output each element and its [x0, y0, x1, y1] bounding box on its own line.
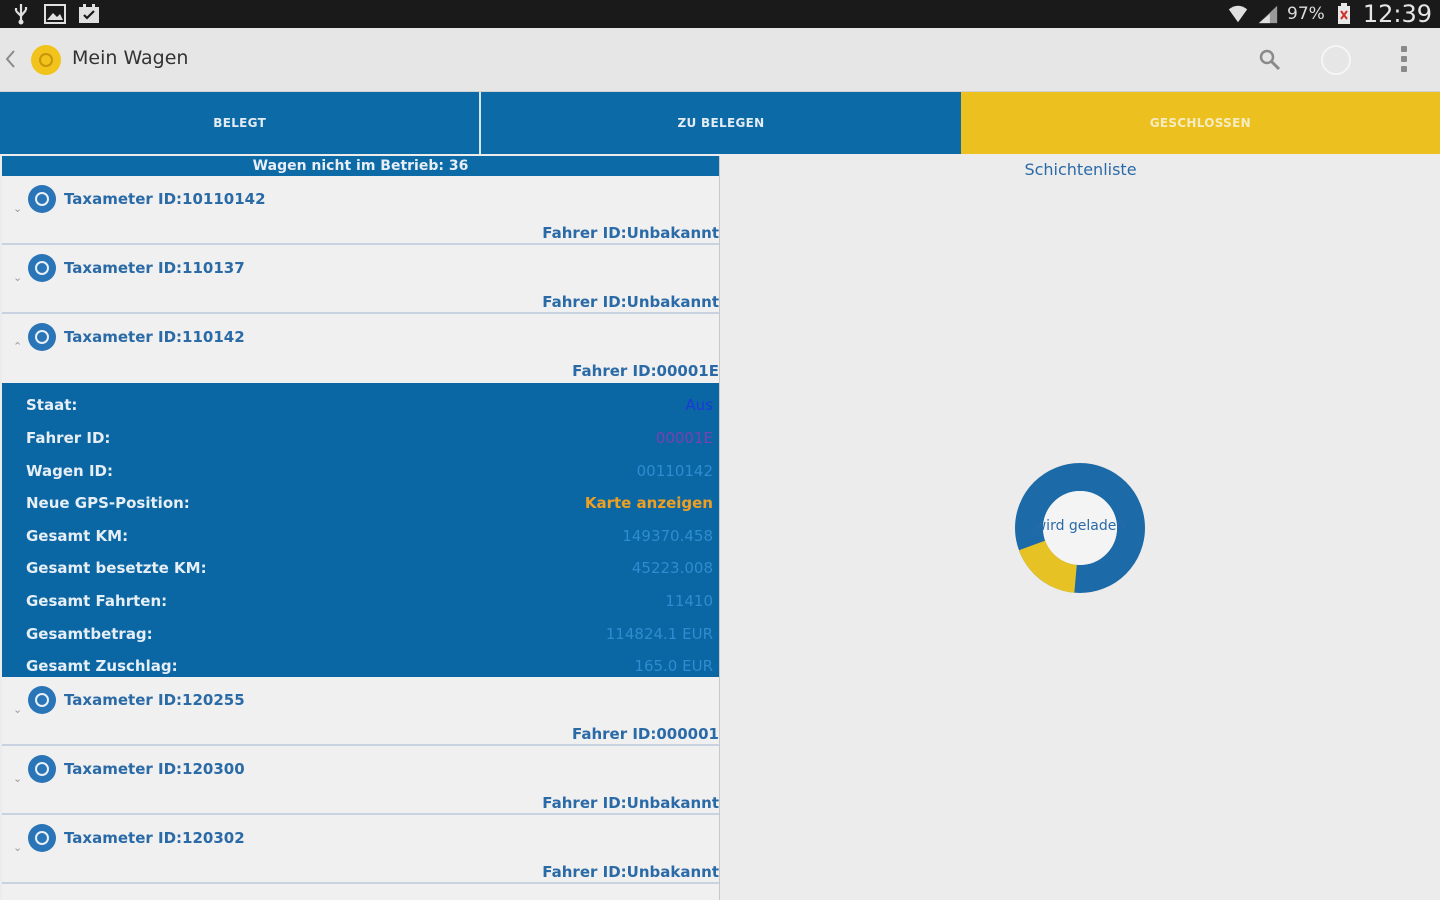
detail-row-wagen-id: Wagen ID: 00110142: [26, 457, 713, 485]
list-item[interactable]: ⌄ Taxameter ID:120302 Fahrer ID:Unbakann…: [2, 815, 719, 884]
overflow-menu-icon[interactable]: [1396, 46, 1412, 76]
driver-id: Fahrer ID:Unbakannt: [542, 224, 719, 242]
taxi-icon: [28, 323, 56, 351]
driver-id: Fahrer ID:00001E: [572, 362, 719, 380]
chevron-down-icon[interactable]: ⌄: [13, 272, 27, 283]
refresh-spinner-icon[interactable]: [1321, 45, 1351, 75]
taxameter-id: Taxameter ID:120255: [64, 691, 245, 709]
detail-label: Gesamtbetrag:: [26, 625, 153, 643]
tab-geschlossen[interactable]: GESCHLOSSEN: [960, 92, 1440, 154]
list-item-expanded[interactable]: ⌃ Taxameter ID:110142 Fahrer ID:00001E: [2, 314, 719, 383]
taxi-icon: [28, 686, 56, 714]
chevron-down-icon[interactable]: ⌄: [13, 704, 27, 715]
taxameter-id: Taxameter ID:110137: [64, 259, 245, 277]
shift-list-panel: Schichtenliste wird geladen: [721, 156, 1440, 900]
tab-belegt[interactable]: BELEGT: [0, 92, 480, 154]
usb-icon: [10, 3, 32, 25]
detail-value: 114824.1 EUR: [605, 625, 713, 643]
detail-value: 00001E: [655, 429, 713, 447]
wifi-icon: [1227, 3, 1249, 25]
detail-label: Gesamt KM:: [26, 527, 129, 545]
detail-row-gesamt-km: Gesamt KM: 149370.458: [26, 522, 713, 550]
detail-label: Gesamt Fahrten:: [26, 592, 168, 610]
chevron-up-icon[interactable]: ⌃: [13, 341, 27, 352]
battery-icon: [1333, 3, 1355, 25]
chevron-down-icon[interactable]: ⌄: [13, 203, 27, 214]
detail-row-gps: Neue GPS-Position: Karte anzeigen: [26, 489, 713, 517]
tab-zu-belegen[interactable]: ZU BELEGEN: [479, 92, 961, 154]
driver-id: Fahrer ID:Unbakannt: [542, 293, 719, 311]
status-system: 97% 12:39: [1227, 0, 1432, 28]
signal-icon: [1257, 3, 1279, 25]
detail-row-besetzte-km: Gesamt besetzte KM: 45223.008: [26, 554, 713, 582]
chevron-down-icon[interactable]: ⌄: [13, 842, 27, 853]
detail-value: 45223.008: [631, 559, 713, 577]
chevron-down-icon[interactable]: ⌄: [13, 773, 27, 784]
taxameter-id: Taxameter ID:110142: [64, 328, 245, 346]
detail-value: 00110142: [636, 462, 713, 480]
back-chevron-icon[interactable]: [4, 48, 18, 72]
status-notifications: [10, 2, 100, 26]
list-item[interactable]: ⌄ Taxameter ID:10110142 Fahrer ID:Unbaka…: [2, 176, 719, 245]
detail-row-fahrer-id: Fahrer ID: 00001E: [26, 424, 713, 452]
clock: 12:39: [1362, 0, 1432, 28]
app-logo-icon[interactable]: [31, 45, 61, 75]
shift-list-title: Schichtenliste: [1024, 160, 1137, 179]
list-item[interactable]: ⌄ Taxameter ID:120255 Fahrer ID:000001: [2, 677, 719, 746]
detail-row-zuschlag: Gesamt Zuschlag: 165.0 EUR: [26, 652, 713, 680]
detail-label: Gesamt besetzte KM:: [26, 559, 207, 577]
taxi-icon: [28, 185, 56, 213]
detail-label: Staat:: [26, 396, 78, 414]
detail-value: Aus: [685, 396, 713, 414]
detail-row-staat: Staat: Aus: [26, 391, 713, 419]
list-item[interactable]: ⌄ Taxameter ID:120300 Fahrer ID:Unbakann…: [2, 746, 719, 815]
taxameter-id: Taxameter ID:120300: [64, 760, 245, 778]
list-item[interactable]: ⌄ Taxameter ID:110137 Fahrer ID:Unbakann…: [2, 245, 719, 314]
detail-row-fahrten: Gesamt Fahrten: 11410: [26, 587, 713, 615]
page-title: Mein Wagen: [72, 47, 189, 69]
search-icon[interactable]: [1258, 48, 1282, 72]
taxameter-id: Taxameter ID:120302: [64, 829, 245, 847]
taxameter-id: Taxameter ID:10110142: [64, 190, 266, 208]
driver-id: Fahrer ID:000001: [571, 725, 719, 743]
calendar-check-icon: [78, 3, 100, 25]
detail-label: Gesamt Zuschlag:: [26, 657, 178, 675]
detail-label: Wagen ID:: [26, 462, 113, 480]
taxi-icon: [28, 755, 56, 783]
vehicle-list[interactable]: Wagen nicht im Betrieb: 36 ⌄ Taxameter I…: [2, 156, 720, 900]
detail-label: Neue GPS-Position:: [26, 494, 190, 512]
detail-value: 11410: [665, 592, 713, 610]
action-bar: Mein Wagen: [0, 28, 1440, 92]
detail-value: 149370.458: [622, 527, 713, 545]
tab-bar: BELEGT ZU BELEGEN GESCHLOSSEN: [0, 92, 1440, 154]
taxi-icon: [28, 254, 56, 282]
driver-id: Fahrer ID:Unbakannt: [542, 794, 719, 812]
driver-id: Fahrer ID:Unbakannt: [542, 863, 719, 881]
loading-text: wird geladen: [1034, 518, 1126, 534]
gallery-icon: [44, 3, 66, 25]
detail-value: 165.0 EUR: [634, 657, 713, 675]
taxi-icon: [28, 824, 56, 852]
logo-ring: [39, 53, 53, 67]
vehicle-details: Staat: Aus Fahrer ID: 00001E Wagen ID: 0…: [2, 383, 719, 677]
detail-label: Fahrer ID:: [26, 429, 111, 447]
detail-row-gesamtbetrag: Gesamtbetrag: 114824.1 EUR: [26, 620, 713, 648]
battery-percent: 97%: [1287, 4, 1325, 24]
show-map-link[interactable]: Karte anzeigen: [585, 494, 713, 512]
status-bar: 97% 12:39: [0, 0, 1440, 28]
group-header[interactable]: Wagen nicht im Betrieb: 36: [2, 156, 719, 176]
